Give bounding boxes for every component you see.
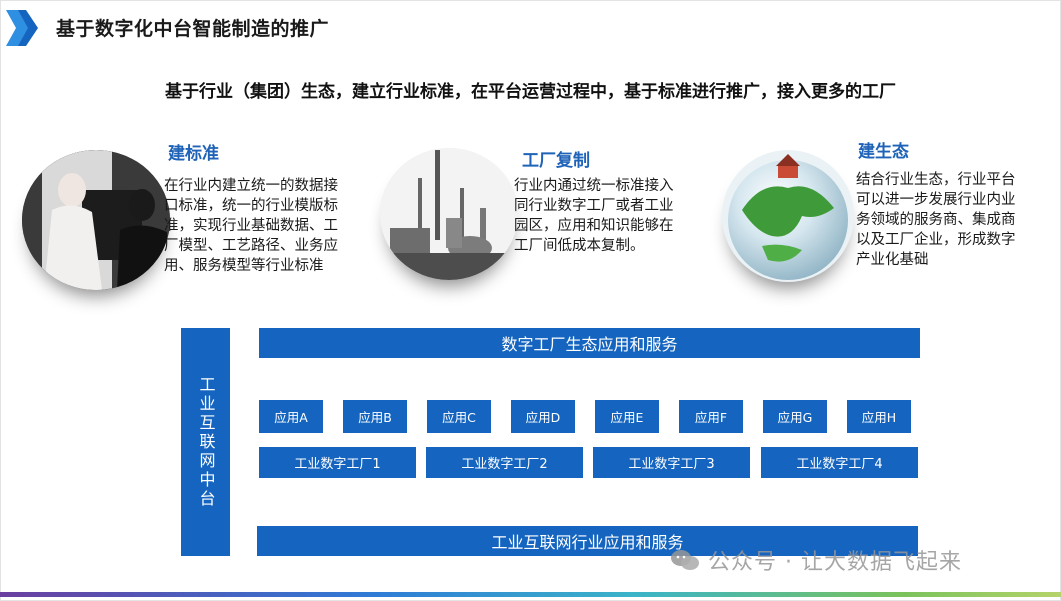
factory-box: 工业数字工厂3	[593, 447, 750, 478]
section-standards-body: 在行业内建立统一的数据接 口标准，统一的行业模版标 准，实现行业基础数据、工 厂…	[164, 176, 379, 276]
factory-photo	[380, 148, 518, 280]
app-box: 应用H	[847, 400, 911, 433]
app-box: 应用B	[343, 400, 407, 433]
watermark: 公众号 · 让大数据飞起来	[670, 544, 962, 576]
slide-title: 基于数字化中台智能制造的推广	[56, 18, 330, 40]
text-line: 园区，应用和知识能够在	[514, 218, 674, 234]
text-line: 准，实现行业基础数据、工	[164, 218, 338, 234]
watermark-text: 公众号 · 让大数据飞起来	[708, 550, 962, 575]
text-line: 可以进一步发展行业内业	[856, 192, 1016, 208]
app-box: 应用E	[595, 400, 659, 433]
text-line: 用、服务模型等行业标准	[164, 258, 324, 274]
text-line: 结合行业生态，行业平台	[856, 172, 1016, 188]
text-line: 同行业数字工厂或者工业	[514, 198, 674, 214]
bottom-stripe	[0, 592, 1061, 597]
text-line: 工厂间低成本复制。	[514, 238, 645, 254]
standards-photo	[22, 150, 170, 290]
ecosystem-services-bar: 数字工厂生态应用和服务	[259, 328, 920, 358]
text-line: 在行业内建立统一的数据接	[164, 178, 338, 194]
text-line: 厂模型、工艺路径、业务应	[164, 238, 338, 254]
factory-box: 工业数字工厂2	[426, 447, 583, 478]
title-arrow-icon	[6, 10, 38, 46]
app-box: 应用G	[763, 400, 827, 433]
app-box: 应用D	[511, 400, 575, 433]
globe-photo	[722, 150, 854, 282]
section-standards-heading: 建标准	[168, 144, 219, 164]
text-line: 以及工厂企业，形成数字	[856, 232, 1016, 248]
text-line: 产业化基础	[856, 252, 929, 268]
app-box: 应用C	[427, 400, 491, 433]
app-box: 应用A	[259, 400, 323, 433]
factory-box: 工业数字工厂1	[259, 447, 416, 478]
text-line: 口标准，统一的行业模版标	[164, 198, 338, 214]
slide-subtitle: 基于行业（集团）生态，建立行业标准，在平台运营过程中，基于标准进行推广，接入更多…	[165, 82, 896, 102]
section-replicate-body: 行业内通过统一标准接入 同行业数字工厂或者工业 园区，应用和知识能够在 工厂间低…	[514, 176, 714, 256]
section-ecosystem-body: 结合行业生态，行业平台 可以进一步发展行业内业 务领域的服务商、集成商 以及工厂…	[856, 170, 1056, 270]
section-ecosystem-heading: 建生态	[858, 142, 909, 162]
factory-box: 工业数字工厂4	[761, 447, 918, 478]
text-line: 行业内通过统一标准接入	[514, 178, 674, 194]
text-line: 务领域的服务商、集成商	[856, 212, 1016, 228]
platform-label-box: 工业互联网中台	[181, 328, 230, 556]
app-box: 应用F	[679, 400, 743, 433]
section-replicate-heading: 工厂复制	[522, 151, 590, 171]
wechat-icon	[671, 550, 699, 570]
